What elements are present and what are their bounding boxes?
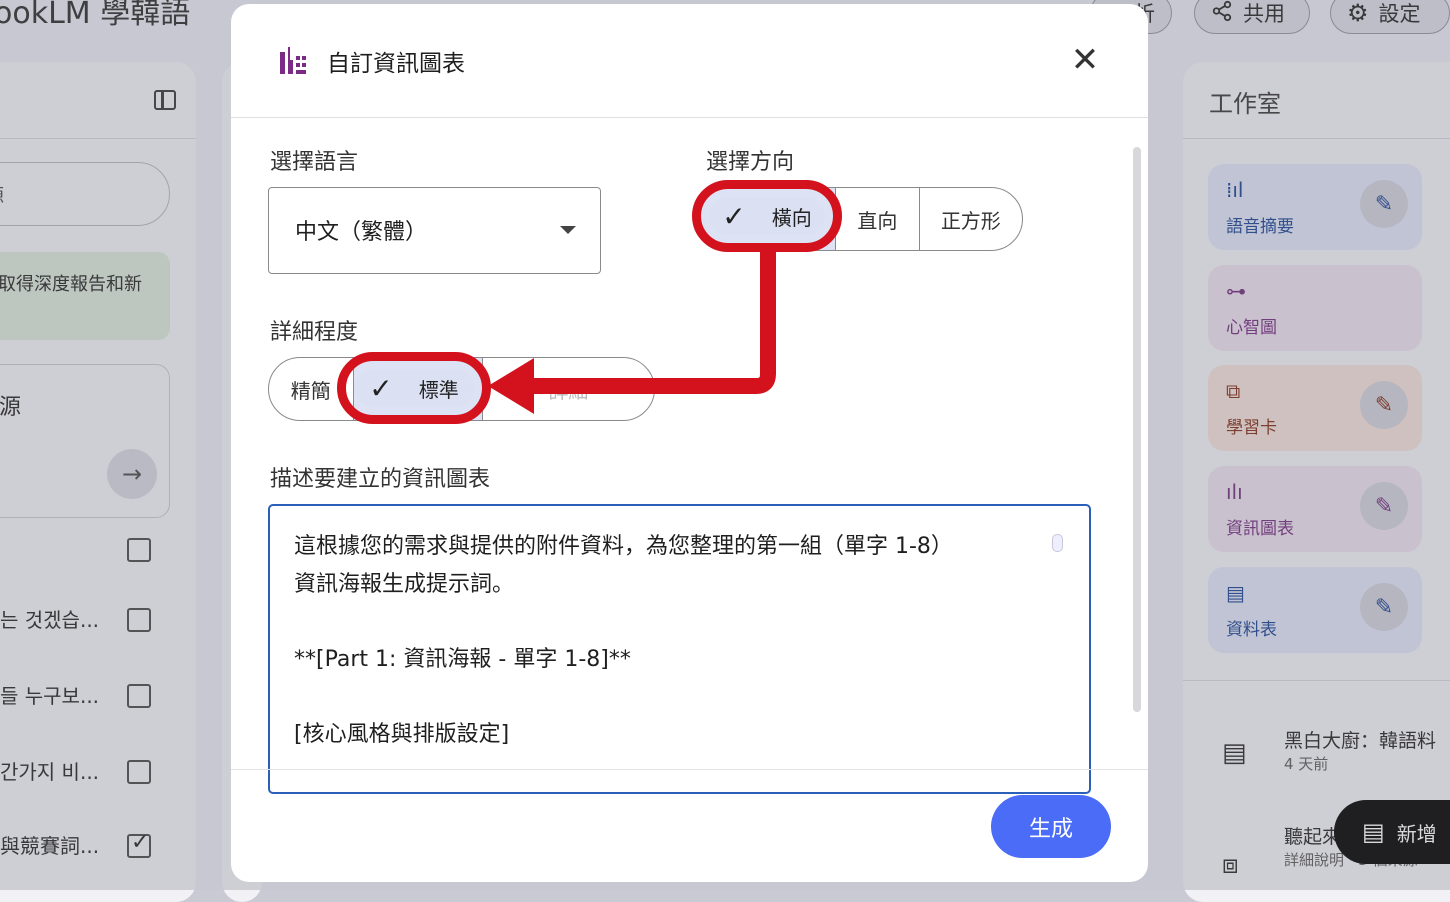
dialog-footer-divider	[231, 769, 1148, 770]
textarea-scroll-thumb[interactable]	[1052, 534, 1063, 552]
language-value: 中文（繁體）	[295, 220, 428, 245]
dialog-title: 自訂資訊圖表	[327, 51, 465, 77]
dropdown-caret-icon	[560, 226, 576, 234]
detail-selected-label: 標準	[418, 377, 459, 402]
description-text: 這根據您的需求與提供的附件資料，為您整理的第一組（單字 1-8） 資訊海報生成提…	[294, 534, 953, 747]
landscape-highlight: ✓ 橫向	[692, 180, 842, 252]
custom-infographic-dialog: 自訂資訊圖表 ✕ 選擇語言 中文（繁體） 選擇方向 直向 正方形 詳細程度 精簡…	[231, 4, 1148, 882]
description-label: 描述要建立的資訊圖表	[270, 467, 491, 492]
language-label: 選擇語言	[270, 150, 359, 175]
orientation-option-portrait[interactable]: 直向	[835, 188, 918, 250]
orientation-selected-label: 橫向	[771, 205, 812, 230]
orientation-option-label: 正方形	[940, 208, 1001, 233]
dialog-scrollbar[interactable]	[1133, 147, 1141, 712]
dialog-header: 自訂資訊圖表 ✕	[231, 4, 1148, 118]
generate-button[interactable]: 生成	[991, 795, 1111, 858]
detail-option-label: 精簡	[290, 378, 331, 403]
orientation-label: 選擇方向	[706, 150, 795, 175]
description-textarea[interactable]: 這根據您的需求與提供的附件資料，為您整理的第一組（單字 1-8） 資訊海報生成提…	[268, 504, 1091, 794]
checkmark-icon: ✓	[722, 199, 746, 233]
close-icon[interactable]: ✕	[1067, 40, 1103, 80]
orientation-option-square[interactable]: 正方形	[918, 188, 1022, 250]
detail-selected-chip[interactable]: ✓ 標準	[354, 369, 474, 407]
language-select[interactable]: 中文（繁體）	[268, 187, 601, 274]
checkmark-icon: ✓	[369, 371, 393, 405]
detail-option-detailed[interactable]: 詳細	[481, 358, 654, 420]
infographic-icon	[280, 47, 306, 74]
detail-option-label: 詳細	[548, 378, 589, 403]
orientation-option-label: 直向	[857, 208, 898, 233]
standard-highlight: ✓ 標準	[337, 352, 491, 424]
detail-level-label: 詳細程度	[270, 320, 359, 345]
orientation-selected-chip[interactable]: ✓ 橫向	[709, 197, 825, 235]
